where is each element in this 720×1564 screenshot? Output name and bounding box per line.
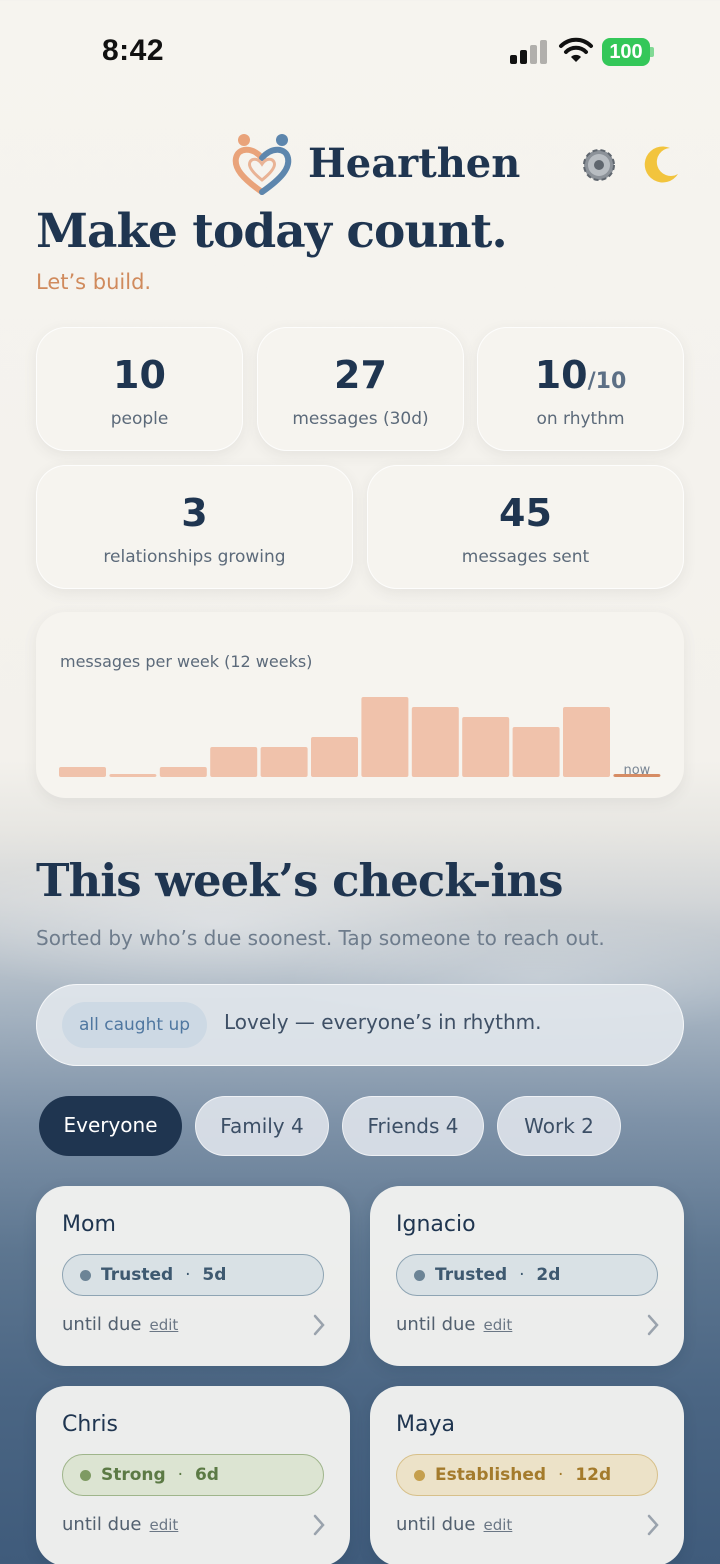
status-dot <box>414 1270 425 1281</box>
background-mist <box>0 780 720 1140</box>
stat-label: messages (30d) <box>292 409 429 429</box>
filter-everyone[interactable]: Everyone <box>39 1096 182 1156</box>
badge-separator: · <box>177 1465 184 1485</box>
edit-link[interactable]: edit <box>484 1316 513 1334</box>
person-card-maya[interactable]: Maya Established · 12d until due edit <box>370 1386 684 1564</box>
badge-status: Trusted <box>435 1265 508 1285</box>
badge-status: Established <box>435 1465 547 1485</box>
app-brand: Hearthen <box>308 140 521 187</box>
stat-value-number: 10 <box>534 353 588 397</box>
due-label: until due <box>62 1314 142 1335</box>
hero-title: Make today count. <box>36 204 508 259</box>
relationship-badge: Trusted · 2d <box>396 1254 658 1296</box>
banner-message: Lovely — everyone’s in rhythm. <box>224 1010 542 1034</box>
due-row: until due edit <box>396 1514 512 1535</box>
stat-label: relationships growing <box>103 547 286 567</box>
due-row: until due edit <box>62 1514 178 1535</box>
stat-label: messages sent <box>461 547 590 567</box>
badge-separator: · <box>558 1465 564 1485</box>
chart-bar <box>159 767 207 777</box>
stat-label: people <box>110 409 169 429</box>
messages-per-week-chart: now <box>59 697 661 778</box>
chart-bar <box>563 707 610 777</box>
chevron-right-icon <box>647 1314 659 1336</box>
due-label: until due <box>396 1514 476 1535</box>
edit-link[interactable]: edit <box>484 1516 513 1534</box>
gear-icon[interactable] <box>580 146 618 184</box>
chevron-right-icon <box>647 1514 659 1536</box>
battery-icon: 100 <box>602 38 654 66</box>
status-time: 8:42 <box>102 34 165 67</box>
badge-days: 2d <box>536 1265 561 1285</box>
checkins-title: This week’s check-ins <box>36 854 563 907</box>
status-bar: 8:42 100 <box>0 0 720 100</box>
relationship-badge: Established · 12d <box>396 1454 658 1496</box>
stat-messages-sent: 45 messages sent <box>367 465 684 589</box>
badge-status: Trusted <box>101 1265 174 1285</box>
edit-link[interactable]: edit <box>150 1316 179 1334</box>
moon-icon[interactable] <box>640 144 682 186</box>
stat-value: 45 <box>499 491 552 535</box>
heart-people-logo <box>232 134 292 195</box>
person-card-ignacio[interactable]: Ignacio Trusted · 2d until due edit <box>370 1186 684 1366</box>
badge-status: Strong <box>101 1465 166 1485</box>
badge-days: 12d <box>575 1465 612 1485</box>
stat-value: 10 <box>113 353 166 397</box>
stat-people: 10 people <box>36 327 243 451</box>
status-dot <box>80 1470 91 1481</box>
due-label: until due <box>396 1314 476 1335</box>
chart-bar <box>109 774 157 777</box>
chart-tick-label: now <box>623 763 650 778</box>
chart-bar <box>59 767 106 777</box>
person-name: Chris <box>62 1412 118 1437</box>
status-dot <box>414 1470 425 1481</box>
messages-chart-card: messages per week (12 weeks) now <box>36 612 684 798</box>
status-dot <box>80 1270 91 1281</box>
badge-separator: · <box>185 1265 191 1285</box>
badge-days: 5d <box>202 1265 227 1285</box>
chart-bar <box>210 747 258 777</box>
cellular-signal-icon <box>510 40 548 64</box>
due-row: until due edit <box>62 1314 178 1335</box>
stat-value-total: /10 <box>587 369 627 394</box>
stat-on-rhythm: 10/10 on rhythm <box>477 327 684 451</box>
caught-up-badge: all caught up <box>62 1002 208 1048</box>
chart-bar <box>512 727 560 777</box>
stat-value: 3 <box>181 491 208 535</box>
wifi-icon <box>559 37 593 62</box>
edit-link[interactable]: edit <box>150 1516 179 1534</box>
chevron-right-icon <box>313 1314 325 1336</box>
chart-bar <box>311 737 358 777</box>
stat-label: on rhythm <box>536 409 625 429</box>
stat-value: 27 <box>334 353 387 397</box>
person-card-mom[interactable]: Mom Trusted · 5d until due edit <box>36 1186 350 1366</box>
filter-friends[interactable]: Friends 4 <box>342 1096 484 1156</box>
due-label: until due <box>62 1514 142 1535</box>
battery-level: 100 <box>602 38 650 66</box>
stat-relationships-growing: 3 relationships growing <box>36 465 353 589</box>
stat-messages-30d: 27 messages (30d) <box>257 327 464 451</box>
relationship-badge: Strong · 6d <box>62 1454 324 1496</box>
hero-subtitle: Let’s build. <box>36 270 152 294</box>
chart-bar <box>411 707 459 777</box>
stat-value: 10/10 <box>477 353 684 397</box>
badge-separator: · <box>519 1265 525 1285</box>
person-name: Maya <box>396 1412 455 1437</box>
person-name: Ignacio <box>396 1212 476 1237</box>
chevron-right-icon <box>313 1514 325 1536</box>
badge-days: 6d <box>194 1465 219 1485</box>
person-name: Mom <box>62 1212 116 1237</box>
checkins-subtitle: Sorted by who’s due soonest. Tap someone… <box>36 926 605 950</box>
filter-work[interactable]: Work 2 <box>497 1096 621 1156</box>
chart-bar <box>260 747 308 777</box>
chart-bar <box>462 717 510 777</box>
person-card-chris[interactable]: Chris Strong · 6d until due edit <box>36 1386 350 1564</box>
filter-family[interactable]: Family 4 <box>195 1096 329 1156</box>
relationship-badge: Trusted · 5d <box>62 1254 324 1296</box>
chart-bar <box>361 697 409 777</box>
status-banner: all caught up Lovely — everyone’s in rhy… <box>36 984 684 1066</box>
due-row: until due edit <box>396 1314 512 1335</box>
